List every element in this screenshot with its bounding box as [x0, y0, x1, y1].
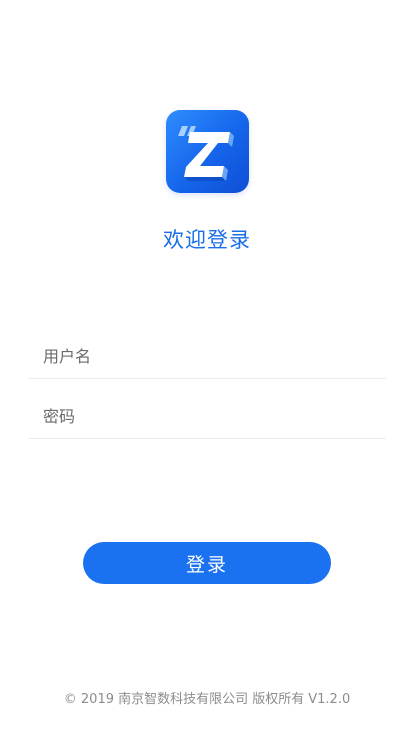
footer-copyright: © 2019 南京智数科技有限公司 版权所有 V1.2.0 [0, 688, 414, 707]
login-button[interactable]: 登录 [83, 542, 331, 584]
welcome-title: 欢迎登录 [163, 228, 251, 252]
username-input[interactable] [28, 334, 386, 378]
password-field [28, 394, 386, 439]
username-field [28, 334, 386, 379]
password-input[interactable] [28, 394, 386, 438]
copyright-text: © 2019 南京智数科技有限公司 版权所有 [63, 692, 305, 707]
login-screen: 欢迎登录 登录 © 2019 南京智数科技有限公司 版权所有V1.2.0 [0, 0, 414, 736]
version-label: V1.2.0 [308, 692, 351, 707]
app-logo-icon [166, 110, 249, 193]
